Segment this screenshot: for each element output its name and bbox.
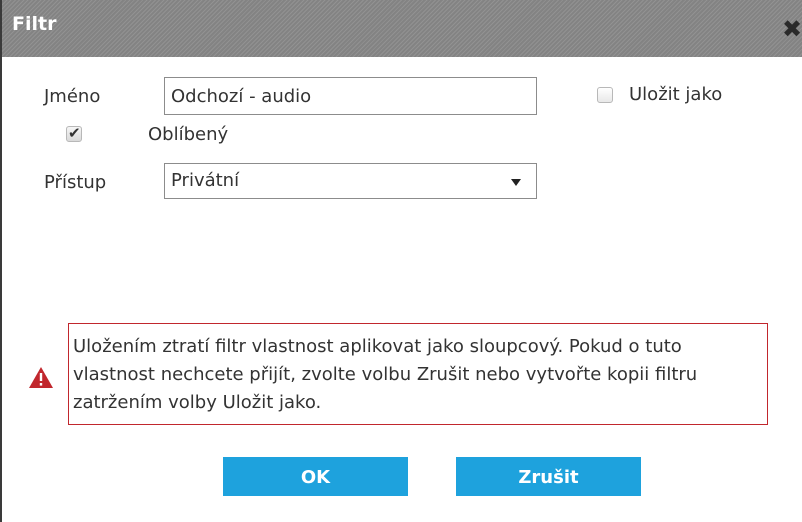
ok-button[interactable]: OK xyxy=(223,457,408,496)
save-as-checkbox[interactable] xyxy=(597,87,613,103)
favorite-label[interactable]: Oblíbený xyxy=(148,124,228,145)
name-label: Jméno xyxy=(44,86,101,107)
warning-message: Uložením ztratí filtr vlastnost aplikova… xyxy=(68,323,768,425)
name-input[interactable] xyxy=(164,77,537,115)
warning-triangle-icon xyxy=(29,367,53,388)
checkmark-icon: ✔ xyxy=(68,124,81,142)
dialog-title: Filtr xyxy=(12,13,57,35)
filter-dialog: Filtr ✖ Jméno Uložit jako ✔ Oblíbený Pří… xyxy=(0,0,802,522)
dialog-titlebar[interactable]: Filtr ✖ xyxy=(2,0,802,57)
access-select-value: Privátní xyxy=(171,170,240,191)
close-icon[interactable]: ✖ xyxy=(782,17,802,41)
favorite-checkbox[interactable]: ✔ xyxy=(66,124,82,142)
dropdown-arrow-icon xyxy=(511,179,521,186)
save-as-label[interactable]: Uložit jako xyxy=(629,84,722,105)
access-label: Přístup xyxy=(44,172,107,193)
cancel-button[interactable]: Zrušit xyxy=(456,457,641,496)
access-select[interactable]: Privátní xyxy=(164,163,537,199)
